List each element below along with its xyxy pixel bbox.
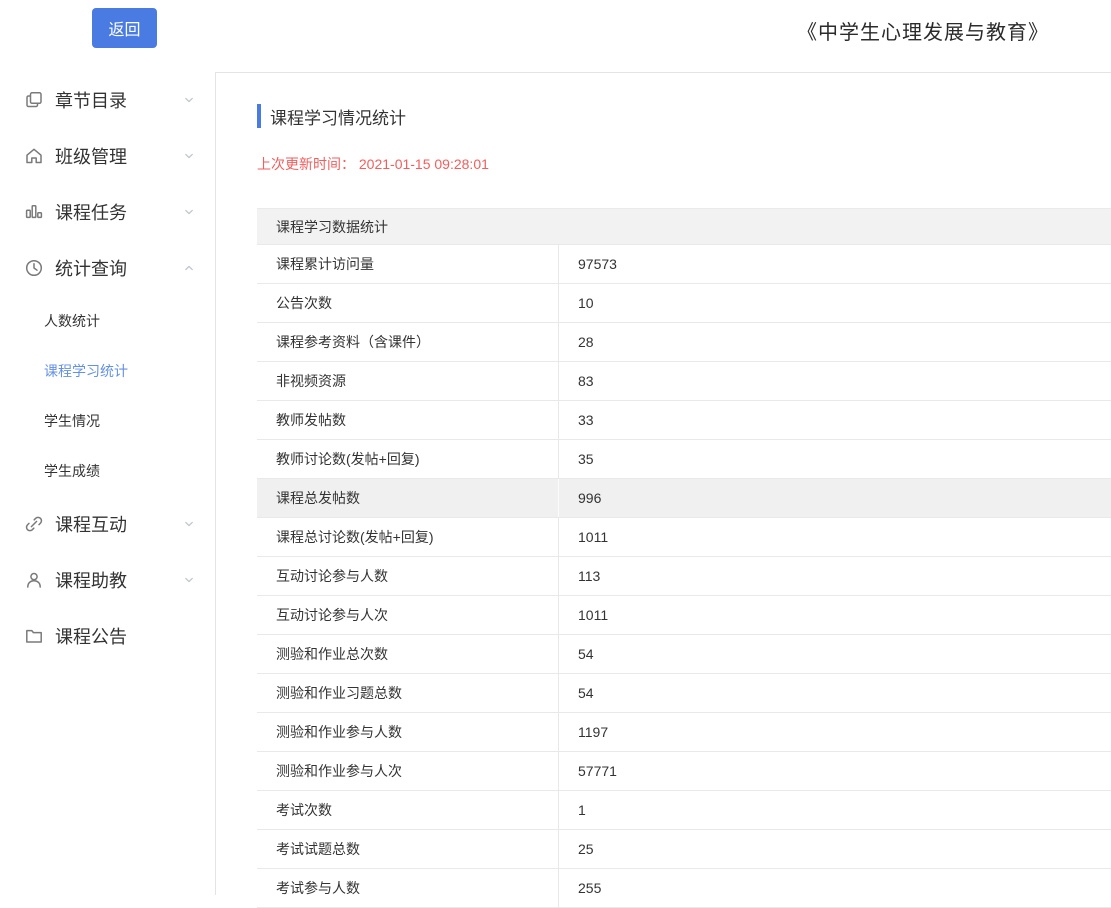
table-row: 互动讨论参与人数113 (257, 557, 1111, 596)
chapters-icon (24, 90, 44, 110)
table-row: 考试参与人数255 (257, 869, 1111, 908)
table-row: 考试试题总数25 (257, 830, 1111, 869)
row-label: 考试试题总数 (257, 830, 559, 868)
row-value: 33 (559, 401, 1111, 439)
row-label: 课程累计访问量 (257, 245, 559, 283)
row-label: 教师发帖数 (257, 401, 559, 439)
table-caption: 课程学习数据统计 (257, 209, 1111, 245)
clock-icon (24, 258, 44, 278)
folder-icon (24, 626, 44, 646)
table-row: 测验和作业参与人次57771 (257, 752, 1111, 791)
link-icon (24, 514, 44, 534)
back-button[interactable]: 返回 (92, 8, 157, 48)
row-value: 113 (559, 557, 1111, 595)
sidebar-item-label: 课程助教 (55, 567, 181, 593)
sidebar-item-label: 章节目录 (55, 87, 181, 113)
course-title: 《中学生心理发展与教育》 (797, 16, 1049, 45)
row-label: 非视频资源 (257, 362, 559, 400)
sidebar-subitem-7[interactable]: 学生成绩 (0, 446, 215, 496)
row-value: 996 (559, 479, 1111, 517)
sidebar-subitem-4[interactable]: 人数统计 (0, 296, 215, 346)
sidebar-item-1[interactable]: 班级管理 (0, 128, 215, 184)
table-row: 测验和作业总次数54 (257, 635, 1111, 674)
sidebar-item-0[interactable]: 章节目录 (0, 72, 215, 128)
row-value: 28 (559, 323, 1111, 361)
row-value: 54 (559, 674, 1111, 712)
row-label: 测验和作业参与人数 (257, 713, 559, 751)
table-row: 非视频资源83 (257, 362, 1111, 401)
sidebar-item-3[interactable]: 统计查询 (0, 240, 215, 296)
row-value: 1197 (559, 713, 1111, 751)
table-row: 教师讨论数(发帖+回复)35 (257, 440, 1111, 479)
sidebar-item-2[interactable]: 课程任务 (0, 184, 215, 240)
top-header: 返回 《中学生心理发展与教育》 (0, 0, 1111, 72)
chevron-down-icon (181, 572, 197, 588)
row-label: 考试参与人数 (257, 869, 559, 907)
table-row: 课程累计访问量97573 (257, 245, 1111, 284)
row-value: 1 (559, 791, 1111, 829)
table-row: 测验和作业参与人数1197 (257, 713, 1111, 752)
row-value: 255 (559, 869, 1111, 907)
row-label: 考试次数 (257, 791, 559, 829)
user-icon (24, 570, 44, 590)
row-value: 54 (559, 635, 1111, 673)
row-value: 1011 (559, 518, 1111, 556)
sidebar-item-8[interactable]: 课程互动 (0, 496, 215, 552)
row-label: 课程总讨论数(发帖+回复) (257, 518, 559, 556)
sidebar-subitem-6[interactable]: 学生情况 (0, 396, 215, 446)
table-row: 课程总讨论数(发帖+回复)1011 (257, 518, 1111, 557)
row-value: 97573 (559, 245, 1111, 283)
chevron-down-icon (181, 204, 197, 220)
table-row: 互动讨论参与人次1011 (257, 596, 1111, 635)
sidebar-item-label: 班级管理 (55, 143, 181, 169)
table-row: 考试次数1 (257, 791, 1111, 830)
table-row: 课程总发帖数996 (257, 479, 1111, 518)
row-value: 35 (559, 440, 1111, 478)
row-value: 25 (559, 830, 1111, 868)
chevron-down-icon (181, 516, 197, 532)
row-label: 测验和作业参与人次 (257, 752, 559, 790)
sidebar-item-label: 统计查询 (55, 255, 181, 281)
bar-chart-icon (24, 202, 44, 222)
table-row: 测验和作业习题总数54 (257, 674, 1111, 713)
table-row: 教师发帖数33 (257, 401, 1111, 440)
row-value: 83 (559, 362, 1111, 400)
last-update-time: 上次更新时间： 2021-01-15 09:28:01 (257, 154, 1111, 174)
row-label: 公告次数 (257, 284, 559, 322)
chevron-down-icon (181, 148, 197, 164)
sidebar-subitem-5[interactable]: 课程学习统计 (0, 346, 215, 396)
sidebar-item-label: 课程公告 (55, 623, 197, 649)
title-accent-bar (257, 104, 261, 128)
row-label: 互动讨论参与人次 (257, 596, 559, 634)
chevron-up-icon (181, 260, 197, 276)
row-label: 测验和作业总次数 (257, 635, 559, 673)
row-label: 教师讨论数(发帖+回复) (257, 440, 559, 478)
sidebar-item-10[interactable]: 课程公告 (0, 608, 215, 664)
row-value: 1011 (559, 596, 1111, 634)
main-panel: 课程学习情况统计 上次更新时间： 2021-01-15 09:28:01 课程学… (215, 72, 1111, 895)
row-label: 课程总发帖数 (257, 479, 559, 517)
sidebar-item-label: 课程任务 (55, 199, 181, 225)
row-value: 10 (559, 284, 1111, 322)
sidebar-item-9[interactable]: 课程助教 (0, 552, 215, 608)
table-row: 公告次数10 (257, 284, 1111, 323)
sidebar-item-label: 课程互动 (55, 511, 181, 537)
chevron-down-icon (181, 92, 197, 108)
sidebar: 章节目录班级管理课程任务统计查询人数统计课程学习统计学生情况学生成绩课程互动课程… (0, 72, 215, 895)
row-label: 测验和作业习题总数 (257, 674, 559, 712)
row-label: 互动讨论参与人数 (257, 557, 559, 595)
page-title: 课程学习情况统计 (270, 104, 406, 129)
table-row: 课程参考资料（含课件）28 (257, 323, 1111, 362)
table-body: 课程累计访问量97573公告次数10课程参考资料（含课件）28非视频资源83教师… (257, 245, 1111, 908)
row-value: 57771 (559, 752, 1111, 790)
row-label: 课程参考资料（含课件） (257, 323, 559, 361)
course-stats-table: 课程学习数据统计 课程累计访问量97573公告次数10课程参考资料（含课件）28… (257, 208, 1111, 908)
home-icon (24, 146, 44, 166)
page-title-row: 课程学习情况统计 (257, 104, 1111, 128)
